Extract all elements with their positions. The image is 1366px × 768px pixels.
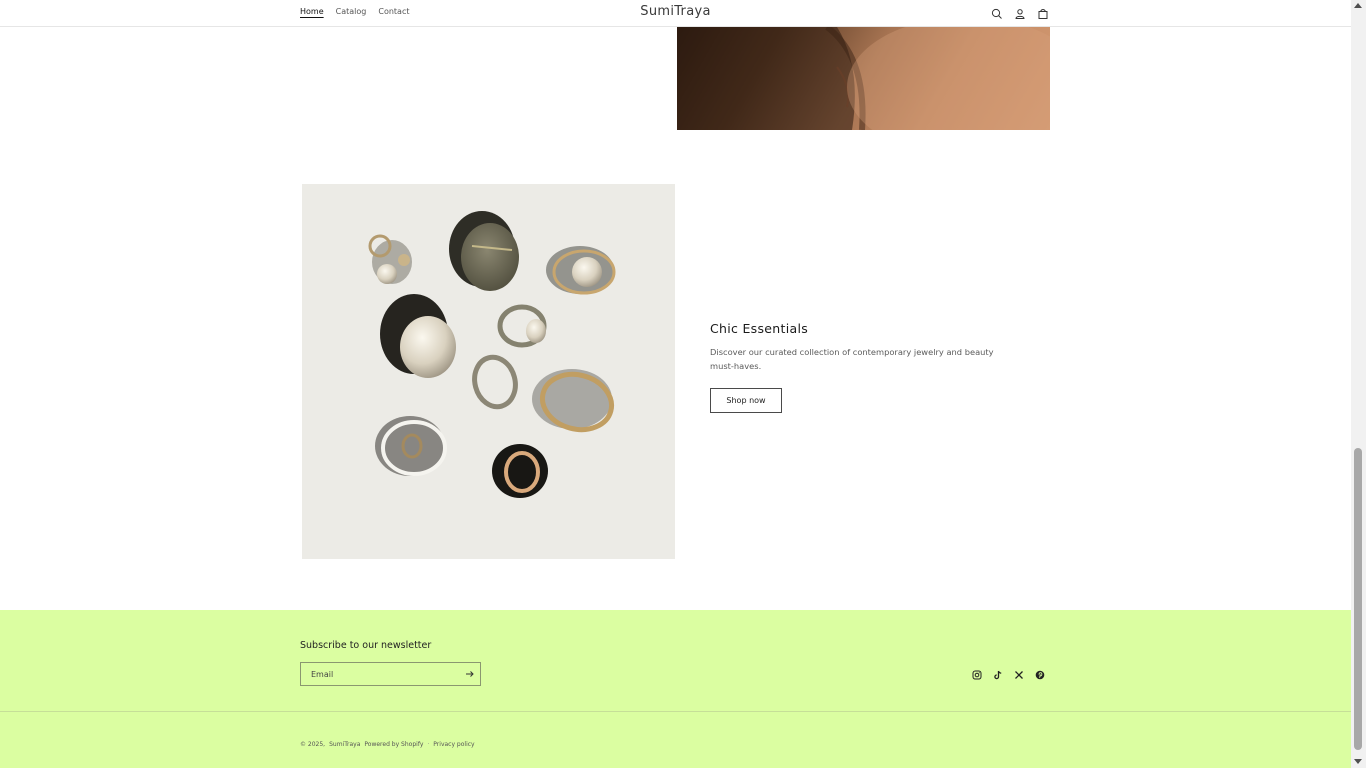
copyright-row: © 2025, SumiTraya Powered by Shopify · P… — [300, 741, 475, 748]
arrow-right-icon[interactable] — [463, 667, 477, 681]
hero-image — [677, 27, 1050, 130]
pinterest-icon[interactable] — [1034, 669, 1046, 681]
tiktok-icon[interactable] — [992, 669, 1004, 681]
scroll-thumb[interactable] — [1354, 448, 1362, 750]
email-input[interactable] — [301, 663, 456, 685]
site-footer: Subscribe to our newsletter © 2025, — [0, 610, 1351, 768]
cart-icon[interactable] — [1036, 6, 1050, 20]
scroll-up-arrow-icon[interactable] — [1354, 3, 1362, 8]
feature-text-block: Chic Essentials Discover our curated col… — [710, 321, 1020, 413]
header-icons — [990, 6, 1050, 20]
search-icon[interactable] — [990, 6, 1004, 20]
site-logo[interactable]: SumiTraya — [0, 4, 1351, 19]
footer-divider — [0, 711, 1351, 712]
newsletter-title: Subscribe to our newsletter — [300, 640, 432, 651]
page: Home Catalog Contact SumiTraya Chic Esse… — [0, 0, 1351, 768]
x-icon[interactable] — [1013, 669, 1025, 681]
site-header: Home Catalog Contact SumiTraya — [0, 0, 1351, 27]
store-link[interactable]: SumiTraya — [329, 741, 360, 748]
page-scrollbar[interactable] — [1351, 0, 1366, 768]
copyright-text: © 2025, — [300, 741, 326, 748]
powered-by-link[interactable]: Powered by Shopify — [364, 741, 423, 748]
scroll-down-arrow-icon[interactable] — [1354, 759, 1362, 764]
separator: · — [427, 741, 430, 748]
newsletter-form — [300, 662, 481, 686]
social-links — [971, 669, 1046, 681]
shop-now-button[interactable]: Shop now — [710, 388, 782, 413]
privacy-policy-link[interactable]: Privacy policy — [433, 741, 474, 748]
account-icon[interactable] — [1013, 6, 1027, 20]
feature-description: Discover our curated collection of conte… — [710, 347, 994, 371]
instagram-icon[interactable] — [971, 669, 983, 681]
jewelry-image — [302, 184, 675, 559]
feature-title: Chic Essentials — [710, 321, 809, 336]
